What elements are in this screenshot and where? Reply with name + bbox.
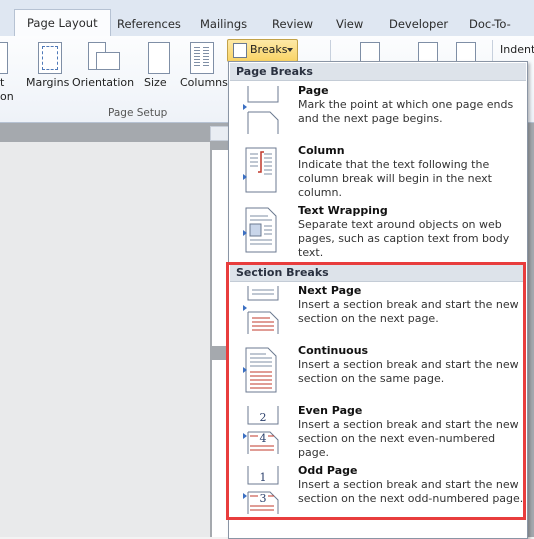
- tab-review[interactable]: Review: [272, 14, 313, 34]
- page-setup-group-label: Page Setup: [108, 107, 168, 119]
- size-icon: [148, 42, 170, 74]
- tab-references[interactable]: References: [117, 14, 181, 34]
- column-break-desc: Indicate that the text following the col…: [298, 158, 492, 199]
- chevron-down-icon: [287, 48, 293, 52]
- ribbon-tab-bar: Page Layout References Mailings Review V…: [0, 0, 534, 51]
- tab-developer[interactable]: Developer: [389, 14, 448, 34]
- orientation-label: Orientation: [72, 76, 135, 89]
- menu-item-text-wrapping[interactable]: Text Wrapping Separate text around objec…: [230, 202, 526, 260]
- section-breaks-highlight-box: [226, 262, 526, 520]
- columns-label: Columns: [180, 76, 228, 89]
- column-break-title: Column: [298, 144, 345, 157]
- breaks-icon: [233, 43, 247, 58]
- page-breaks-header: Page Breaks: [230, 63, 526, 81]
- tab-doc-to-help[interactable]: Doc-To-Help: [469, 14, 534, 51]
- cut-off-icon: [0, 42, 8, 74]
- column-break-icon: [243, 147, 277, 193]
- menu-item-page-break[interactable]: Page Mark the point at which one page en…: [230, 82, 526, 140]
- margins-label: Margins: [26, 76, 70, 89]
- tab-view[interactable]: View: [336, 14, 363, 34]
- page-break-icon: [243, 86, 279, 134]
- cut-label-1[interactable]: t: [0, 76, 4, 89]
- tab-mailings[interactable]: Mailings: [200, 14, 247, 34]
- size-label: Size: [144, 76, 167, 89]
- page-break-desc: Mark the point at which one page ends an…: [298, 98, 514, 125]
- text-wrapping-title: Text Wrapping: [298, 204, 388, 217]
- breaks-label: Breaks: [250, 43, 288, 56]
- menu-item-column-break[interactable]: Column Indicate that the text following …: [230, 142, 526, 200]
- breaks-button[interactable]: Breaks: [227, 39, 298, 62]
- text-wrapping-desc: Separate text around objects on web page…: [298, 218, 510, 259]
- indent-label: Indent: [500, 43, 534, 56]
- page-break-title: Page: [298, 84, 329, 97]
- columns-icon: [190, 42, 214, 74]
- margins-icon: [38, 42, 62, 74]
- cut-label-2[interactable]: on: [0, 90, 14, 103]
- text-wrapping-icon: [243, 207, 277, 253]
- tab-page-layout[interactable]: Page Layout: [14, 9, 111, 37]
- document-margin-area: [0, 142, 210, 537]
